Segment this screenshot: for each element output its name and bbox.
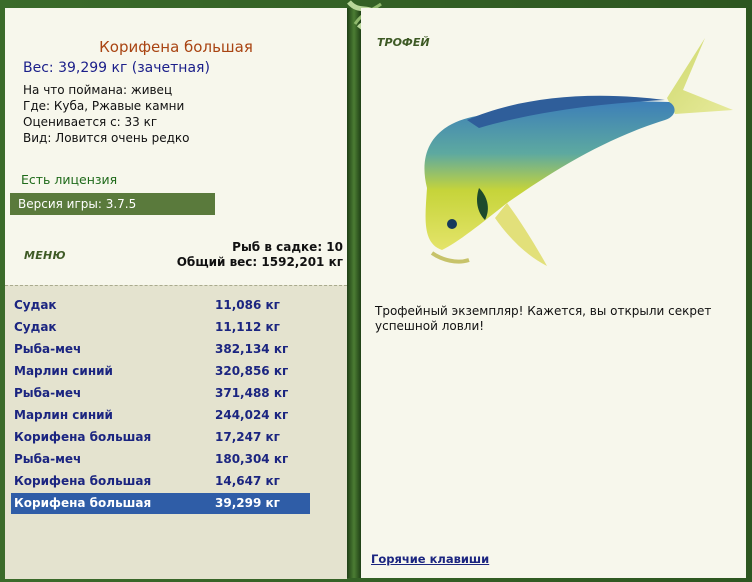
catch-row[interactable]: Судак 11,086 кг xyxy=(11,295,310,316)
catch-name: Корифена большая xyxy=(14,496,152,510)
keepnet-count: Рыб в садке: 10 xyxy=(232,240,343,254)
fish-title: Корифена большая xyxy=(99,38,253,56)
catch-weight: 180,304 кг xyxy=(215,452,289,466)
fish-weight: Вес: 39,299 кг (зачетная) xyxy=(23,60,210,76)
fish-rarity: Вид: Ловится очень редко xyxy=(23,131,190,145)
catch-row[interactable]: Марлин синий 320,856 кг xyxy=(11,361,310,382)
catch-row[interactable]: Рыба-меч 180,304 кг xyxy=(11,449,310,470)
catch-weight: 244,024 кг xyxy=(215,408,289,422)
catch-name: Рыба-меч xyxy=(14,452,82,466)
menu-button[interactable]: МЕНЮ xyxy=(24,249,66,262)
catch-weight: 11,112 кг xyxy=(215,320,280,334)
catch-name: Рыба-меч xyxy=(14,386,82,400)
catch-name: Марлин синий xyxy=(14,408,113,422)
catch-row[interactable]: Марлин синий 244,024 кг xyxy=(11,405,310,426)
catch-name: Корифена большая xyxy=(14,430,152,444)
catch-name: Корифена большая xyxy=(14,474,152,488)
catch-weight: 371,488 кг xyxy=(215,386,289,400)
game-version: Версия игры: 3.7.5 xyxy=(10,193,215,215)
catch-row[interactable]: Рыба-меч 382,134 кг xyxy=(11,339,310,360)
license-status: Есть лицензия xyxy=(21,172,118,187)
catch-row-selected[interactable]: Корифена большая 39,299 кг xyxy=(11,493,310,514)
keepnet-total-weight: Общий вес: 1592,201 кг xyxy=(176,255,343,269)
catch-row[interactable]: Корифена большая 14,647 кг xyxy=(11,471,310,492)
catch-weight: 320,856 кг xyxy=(215,364,289,378)
catch-weight: 11,086 кг xyxy=(215,298,280,312)
fish-bait: На что поймана: живец xyxy=(23,83,173,97)
catch-row[interactable]: Судак 11,112 кг xyxy=(11,317,310,338)
catch-name: Судак xyxy=(14,320,57,334)
trophy-panel: ТРОФЕЙ Трофейный экземпляр! Кажется, вы … xyxy=(361,8,746,578)
fish-min-weight: Оценивается с: 33 кг xyxy=(23,115,158,129)
catch-weight: 382,134 кг xyxy=(215,342,289,356)
trophy-message: Трофейный экземпляр! Кажется, вы открыли… xyxy=(375,304,712,333)
catch-weight: 14,647 кг xyxy=(215,474,280,488)
fish-location: Где: Куба, Ржавые камни xyxy=(23,99,185,113)
catch-weight: 17,247 кг xyxy=(215,430,280,444)
hotkeys-link[interactable]: Горячие клавиши xyxy=(371,552,489,566)
catch-weight: 39,299 кг xyxy=(215,496,280,510)
panel-divider xyxy=(347,8,361,578)
dorado-fish-image xyxy=(424,38,733,266)
catch-list: Судак 11,086 кг Судак 11,112 кг Рыба-меч 38… xyxy=(5,285,347,579)
catch-name: Судак xyxy=(14,298,57,312)
keepnet-stats: Рыб в садке: 10 Общий вес: 1592,201 кг xyxy=(177,240,343,270)
catch-name: Марлин синий xyxy=(14,364,113,378)
catch-name: Рыба-меч xyxy=(14,342,82,356)
fish-info-panel: Корифена большая Вес: 39,299 кг (зачетна… xyxy=(5,8,347,579)
catch-row[interactable]: Рыба-меч 371,488 кг xyxy=(11,383,310,404)
catch-row[interactable]: Корифена большая 17,247 кг xyxy=(11,427,310,448)
